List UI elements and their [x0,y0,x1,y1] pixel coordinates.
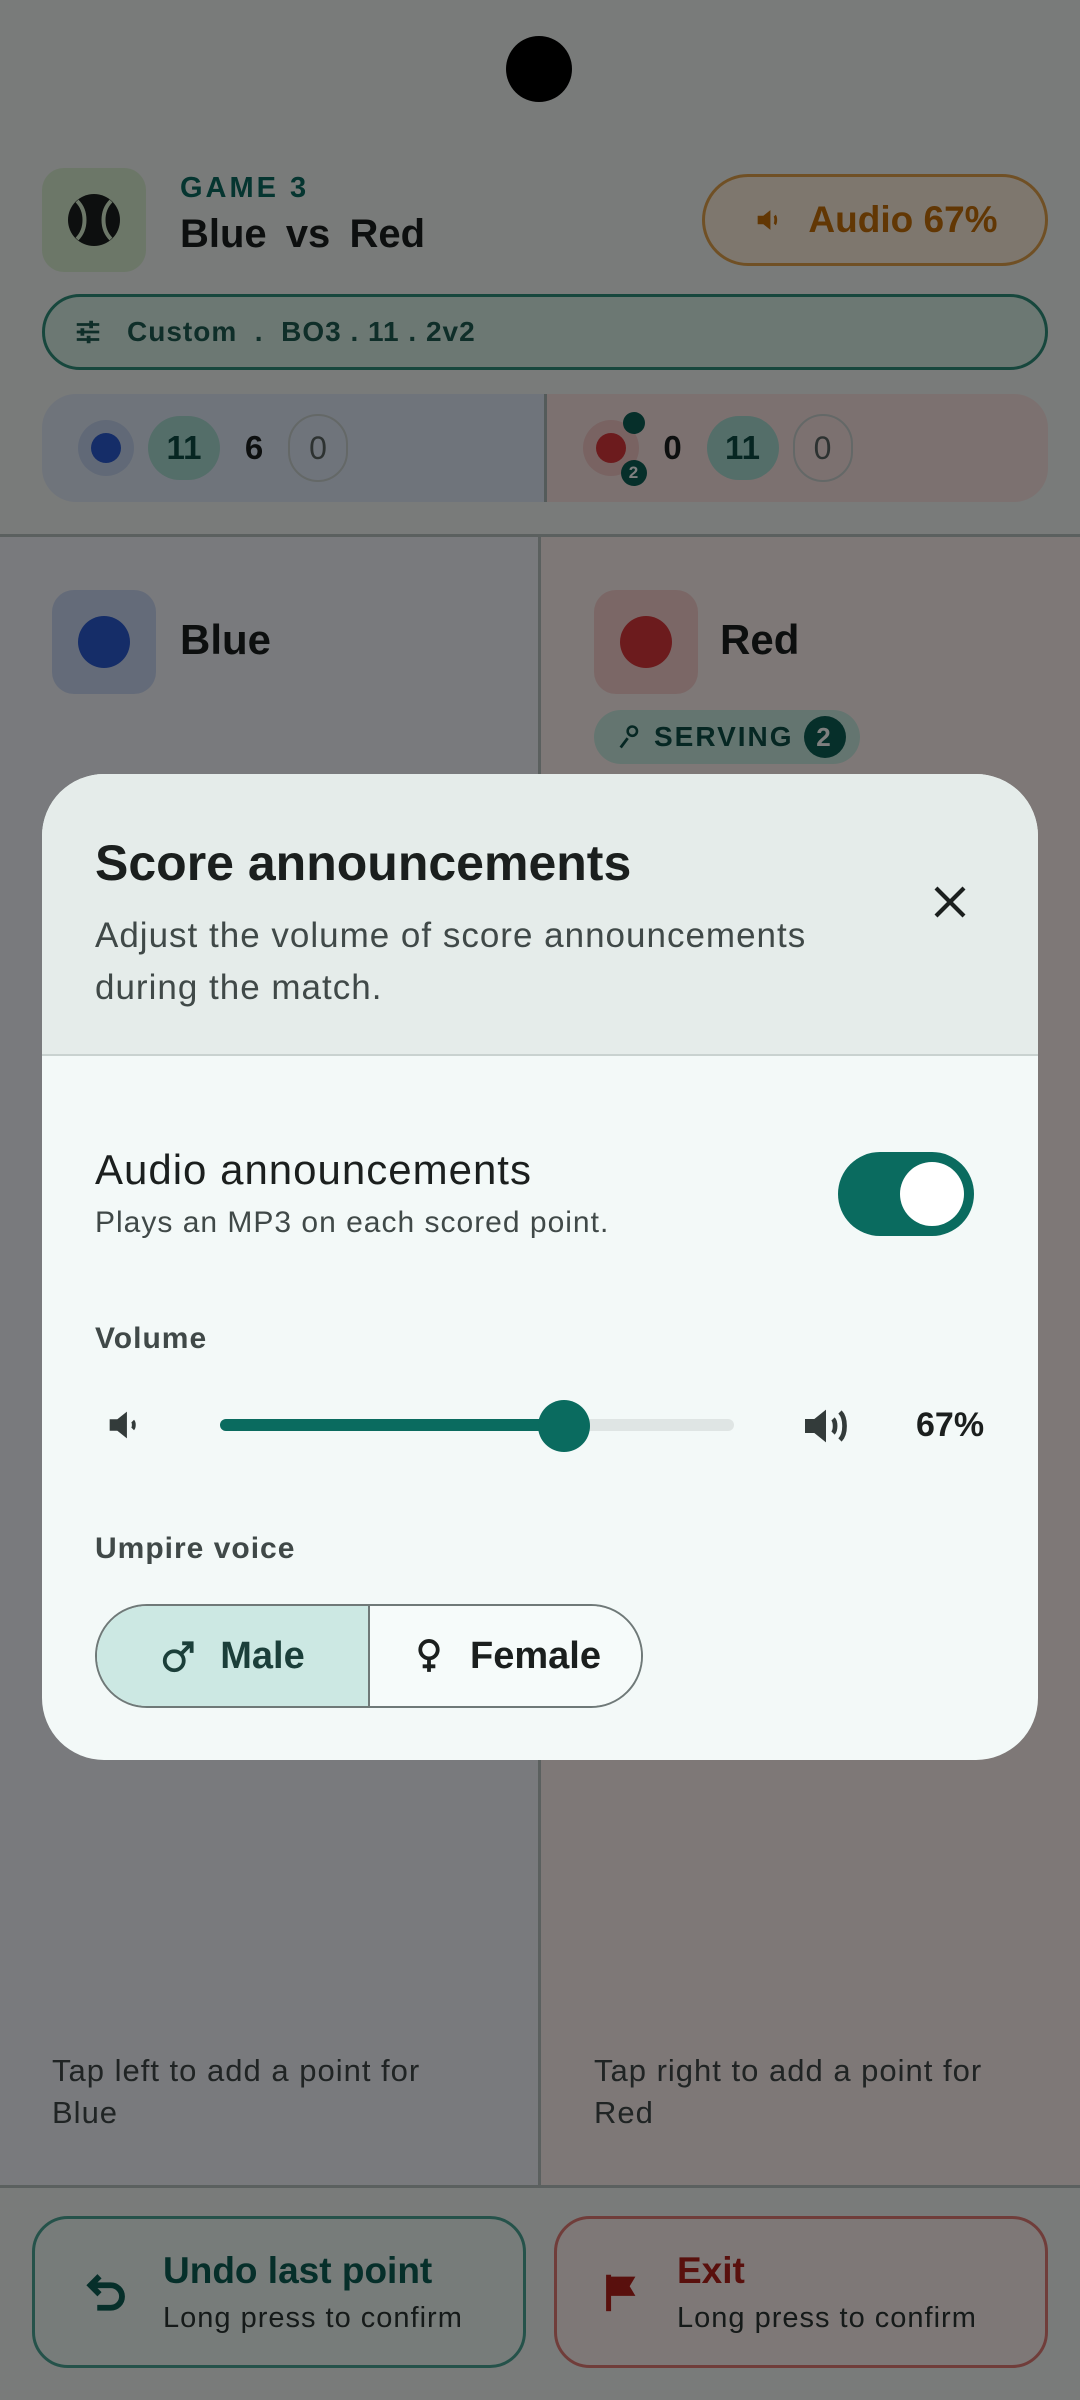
voice-female-option[interactable]: Female [370,1606,641,1706]
volume-label: Volume [95,1322,208,1355]
audio-announcements-subtitle: Plays an MP3 on each scored point. [95,1206,610,1239]
close-button[interactable] [914,866,986,938]
umpire-voice-label: Umpire voice [95,1532,296,1565]
voice-male-label: Male [220,1634,305,1677]
audio-toggle[interactable] [838,1152,974,1236]
female-icon [418,1639,440,1672]
camera-cutout [506,36,572,102]
volume-slider-fill [220,1419,565,1431]
dialog-title: Score announcements [95,835,632,891]
volume-percentage: 67% [916,1406,985,1444]
volume-low-icon [102,1402,148,1453]
voice-female-label: Female [470,1634,601,1677]
score-announcements-dialog: Score announcements Adjust the volume of… [42,774,1038,1760]
audio-announcements-title: Audio announcements [95,1146,532,1193]
toggle-knob [900,1162,964,1226]
voice-male-option[interactable]: Male [97,1606,370,1706]
volume-slider-thumb[interactable] [538,1400,591,1452]
umpire-voice-selector: Male Female [95,1604,643,1708]
dialog-subtitle: Adjust the volume of score announcements… [95,916,807,1007]
close-icon [934,886,966,918]
male-icon [163,1641,194,1673]
volume-high-icon [798,1398,854,1459]
